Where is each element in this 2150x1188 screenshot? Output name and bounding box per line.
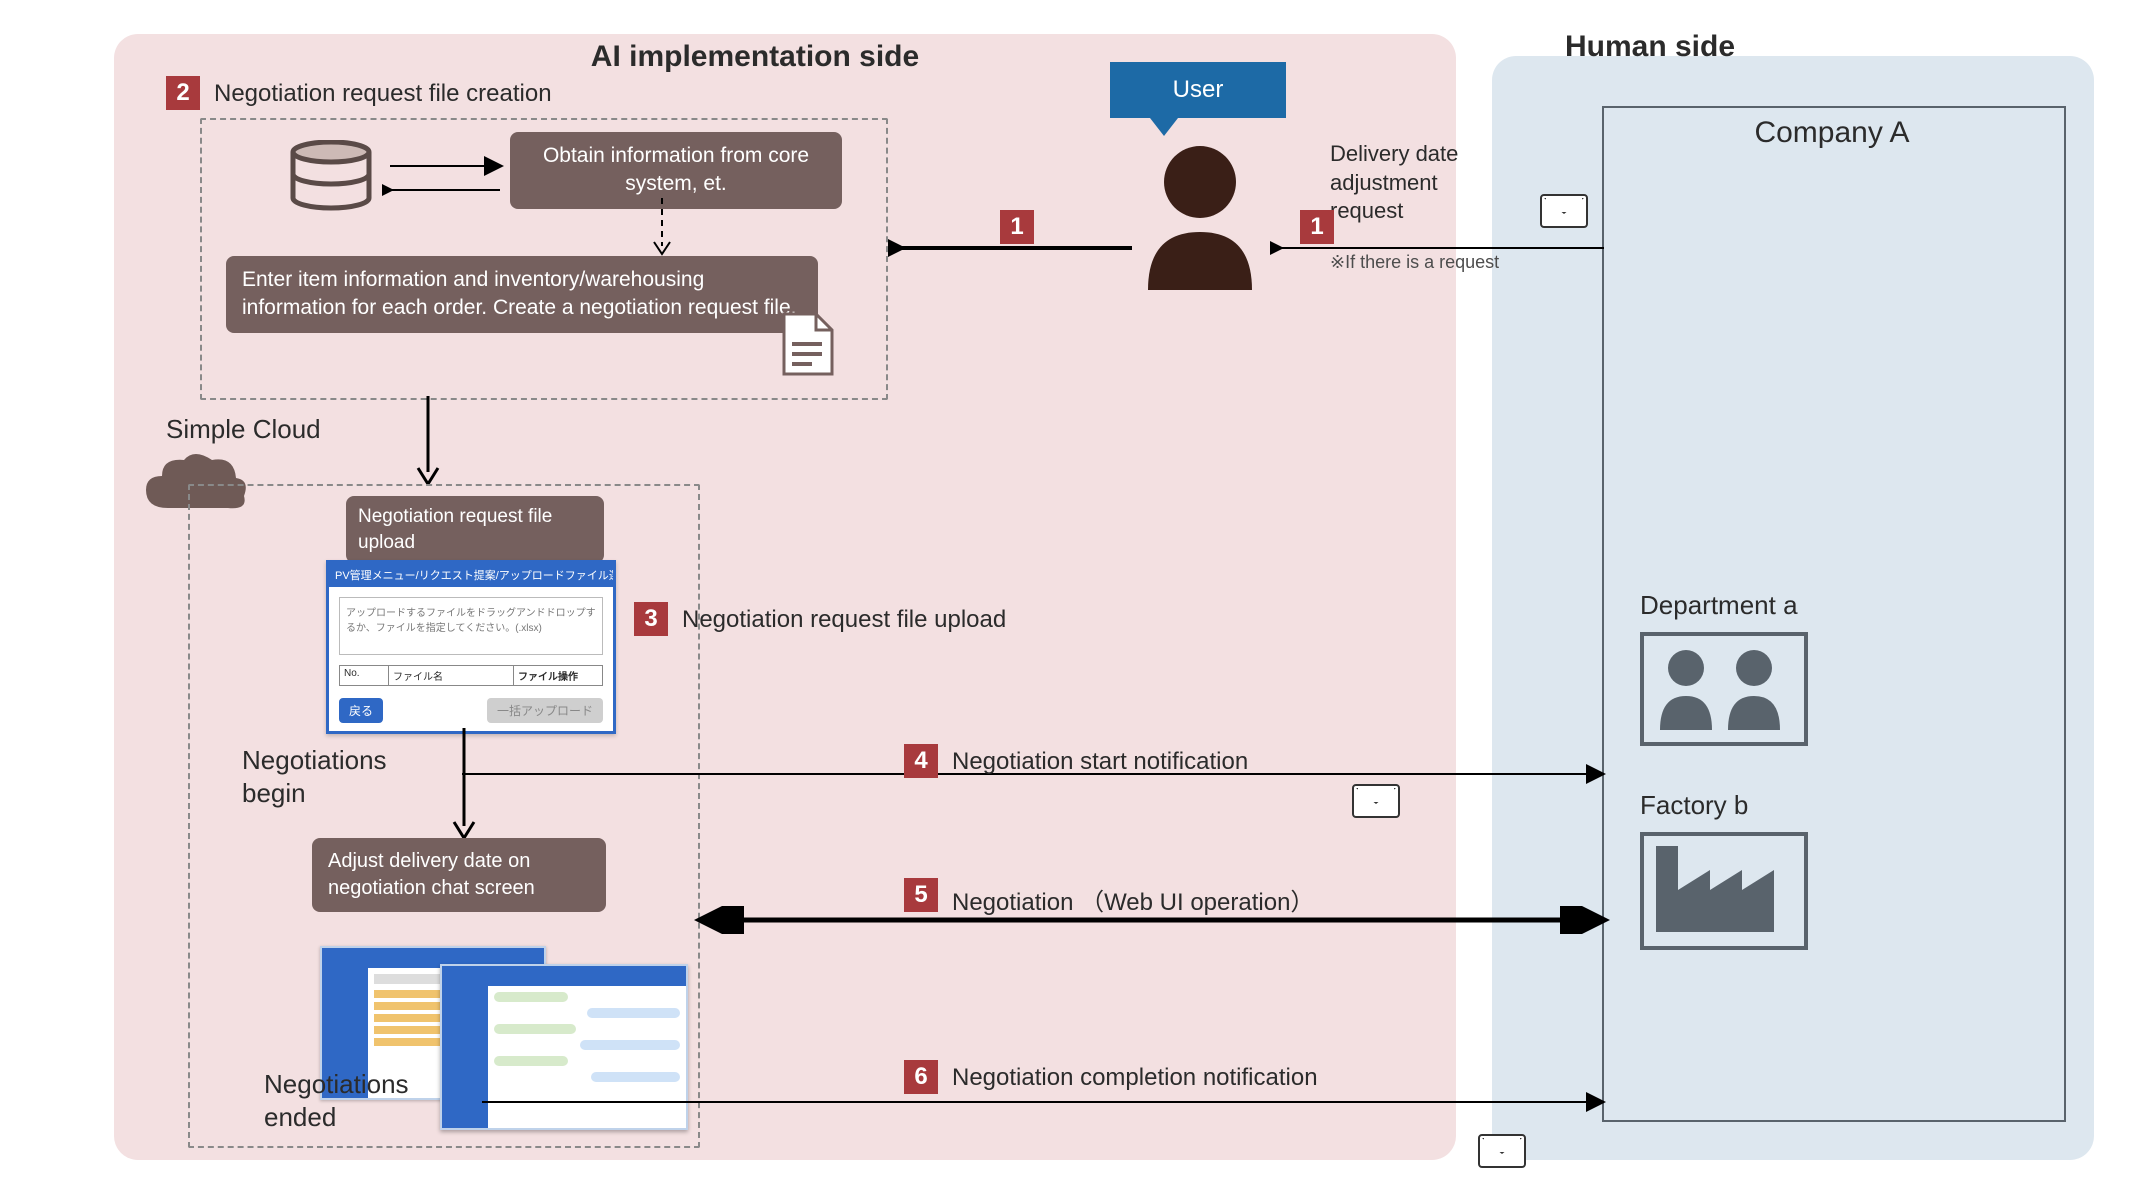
user-tag-label: User xyxy=(1173,76,1224,104)
mail-icon-step6 xyxy=(1478,1134,1526,1168)
step-badge-6: 6 xyxy=(904,1060,938,1094)
database-icon xyxy=(286,140,376,220)
mail-icon-step4 xyxy=(1352,784,1400,818)
step-badge-1b: 1 xyxy=(1000,210,1034,244)
ai-side-title: AI implementation side xyxy=(540,40,970,74)
obtain-to-enter-arrow xyxy=(650,198,674,258)
upload-screenshot: PV管理メニュー/リクエスト提案/アップロードファイル選択 アップロードするファ… xyxy=(326,560,616,734)
human-side-title: Human side xyxy=(1520,30,1780,64)
company-title: Company A xyxy=(1602,116,2062,150)
adjust-chat-box: Adjust delivery date on negotiation chat… xyxy=(312,838,606,912)
step-label-5: Negotiation （Web UI operation） xyxy=(952,882,1314,917)
factory-icon xyxy=(1656,846,1786,932)
step-label-6: Negotiation completion notification xyxy=(952,1064,1318,1092)
step2-to-cloud-arrow xyxy=(416,396,440,486)
simple-cloud-label: Simple Cloud xyxy=(166,414,321,445)
negotiations-ended-label: Negotiations ended xyxy=(264,1068,464,1133)
step-badge-2: 2 xyxy=(166,76,200,110)
step-label-3: Negotiation request file upload xyxy=(682,606,1006,634)
obtain-info-box: Obtain information from core system, et. xyxy=(510,132,842,209)
step-label-4: Negotiation start notification xyxy=(952,748,1248,776)
delivery-request-text: Delivery date adjustment request xyxy=(1330,140,1530,226)
factory-label: Factory b xyxy=(1640,790,1748,821)
arrow-step6 xyxy=(480,1090,1610,1114)
upload-mock-upload-btn: 一括アップロード xyxy=(487,698,603,723)
step-badge-1a: 1 xyxy=(1300,210,1334,244)
department-label: Department a xyxy=(1640,590,1798,621)
enter-info-box: Enter item information and inventory/war… xyxy=(226,256,818,333)
step-label-2: Negotiation request file creation xyxy=(214,80,552,108)
step-badge-5: 5 xyxy=(904,878,938,912)
upload-mock-back-btn: 戻る xyxy=(339,698,383,723)
mail-icon xyxy=(1540,194,1588,228)
upload-mock-dropzone: アップロードするファイルをドラッグアンドドロップするか、ファイルを指定してくださ… xyxy=(339,597,603,655)
negotiations-begin-label: Negotiations begin xyxy=(242,744,422,809)
user-icon xyxy=(1130,140,1270,290)
user-tag-tail xyxy=(1150,118,1178,136)
people-icon xyxy=(1652,644,1792,730)
upload-mock-titlebar: PV管理メニュー/リクエスト提案/アップロードファイル選択 xyxy=(329,563,613,587)
step-badge-4: 4 xyxy=(904,744,938,778)
upload-title-box: Negotiation request file upload xyxy=(346,496,604,563)
step-badge-3: 3 xyxy=(634,602,668,636)
user-tag: User xyxy=(1110,62,1286,118)
db-exchange-arrows xyxy=(382,150,508,206)
upload-mock-table-head: No. ファイル名 ファイル操作 xyxy=(339,665,603,686)
file-icon xyxy=(780,312,836,376)
